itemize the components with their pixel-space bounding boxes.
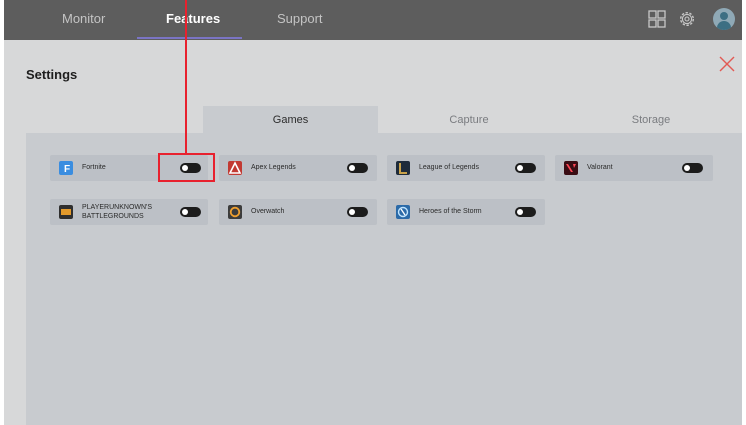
game-card-heroes-of-the-storm: Heroes of the Storm: [387, 199, 545, 225]
avatar-head: [720, 12, 728, 20]
page-title: Settings: [26, 67, 78, 82]
active-tab-underline: [137, 37, 242, 39]
subtab-capture[interactable]: Capture: [378, 106, 560, 133]
avatar-body: [717, 21, 731, 30]
top-navigation-bar: Monitor Features Support: [4, 0, 742, 40]
valorant-icon: [564, 161, 578, 175]
game-name-line-1: PLAYERUNKNOWN'S: [82, 204, 153, 211]
game-name: League of Legends: [419, 164, 479, 171]
settings-window: Monitor Features Support Settings Games …: [4, 0, 742, 425]
game-name: Heroes of the Storm: [419, 208, 482, 215]
user-avatar[interactable]: [713, 8, 735, 30]
annotation-highlight-box: [158, 153, 215, 182]
game-name: Overwatch: [251, 208, 285, 215]
tab-features[interactable]: Features: [166, 0, 220, 38]
game-card-apex-legends: Apex Legends: [219, 155, 377, 181]
pubg-icon: [59, 205, 73, 219]
apex-legends-toggle[interactable]: [347, 163, 368, 173]
overwatch-icon: [228, 205, 242, 219]
game-card-league-of-legends: League of Legends: [387, 155, 545, 181]
gear-icon[interactable]: [677, 9, 697, 29]
tab-monitor[interactable]: Monitor: [62, 0, 105, 38]
game-card-overwatch: Overwatch: [219, 199, 377, 225]
subtab-storage[interactable]: Storage: [560, 106, 742, 133]
subtab-games[interactable]: Games: [203, 106, 378, 133]
close-icon[interactable]: [718, 55, 736, 73]
heroes-of-the-storm-icon: [396, 205, 410, 219]
valorant-toggle[interactable]: [682, 163, 703, 173]
game-name: Fortnite: [82, 164, 106, 171]
fortnite-icon: F: [59, 161, 73, 175]
game-name-line-2: BATTLEGROUNDS: [82, 213, 144, 220]
game-name: Valorant: [587, 164, 613, 171]
overwatch-toggle[interactable]: [347, 207, 368, 217]
game-card-valorant: Valorant: [555, 155, 713, 181]
heroes-of-the-storm-toggle[interactable]: [515, 207, 536, 217]
game-card-pubg: PLAYERUNKNOWN'S BATTLEGROUNDS: [50, 199, 208, 225]
pubg-toggle[interactable]: [180, 207, 201, 217]
annotation-pointer-line: [185, 0, 187, 153]
svg-text:F: F: [64, 164, 70, 175]
grid-icon[interactable]: [647, 9, 667, 29]
apex-legends-icon: [228, 161, 242, 175]
tab-support[interactable]: Support: [277, 0, 323, 38]
game-name: Apex Legends: [251, 164, 296, 171]
game-name: PLAYERUNKNOWN'S BATTLEGROUNDS: [82, 203, 152, 221]
league-of-legends-icon: [396, 161, 410, 175]
league-of-legends-toggle[interactable]: [515, 163, 536, 173]
